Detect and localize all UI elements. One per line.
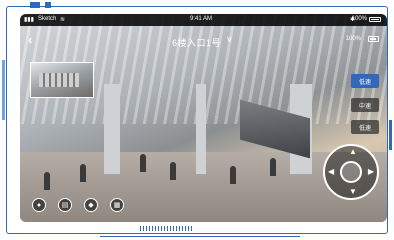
- panorama-person: [230, 166, 236, 184]
- panorama-column: [104, 84, 120, 174]
- mic-icon[interactable]: ●: [32, 198, 46, 212]
- minimap-image: [39, 73, 79, 87]
- wifi-icon: ≋: [60, 17, 66, 23]
- frame-decoration: [140, 226, 192, 231]
- panorama-view[interactable]: ▮▮▮ Sketch ≋ 9:41 AM ✱ 100% ‹ 6楼入口1号 ∨ 1…: [20, 14, 387, 222]
- panorama-person: [270, 158, 276, 176]
- chevron-down-icon[interactable]: ∨: [226, 34, 233, 45]
- frame-decoration: [2, 60, 5, 120]
- speed-mid-button[interactable]: 中速: [351, 98, 379, 112]
- speed-low-button[interactable]: 低速: [351, 74, 379, 88]
- arrow-down-icon[interactable]: ▼: [349, 188, 357, 196]
- status-bar: ▮▮▮ Sketch ≋ 9:41 AM ✱ 100%: [20, 14, 387, 26]
- arrow-up-icon[interactable]: ▲: [349, 148, 357, 156]
- direction-joystick[interactable]: ▲ ▼ ◀ ▶: [323, 144, 379, 200]
- save-icon[interactable]: ▤: [58, 198, 72, 212]
- document-icon[interactable]: ▦: [110, 198, 124, 212]
- battery-percent: 100%: [351, 16, 367, 22]
- panorama-person: [80, 164, 86, 182]
- back-button[interactable]: ‹: [28, 32, 32, 47]
- clock: 9:41 AM: [190, 16, 213, 22]
- signal-icon: ▮▮▮: [24, 17, 34, 23]
- panorama-person: [44, 172, 50, 190]
- device-battery-icon: [368, 36, 379, 42]
- panorama-person: [140, 154, 146, 172]
- frame-decoration: [389, 120, 392, 150]
- panorama-column: [196, 84, 206, 174]
- page-title[interactable]: 6楼入口1号: [172, 36, 221, 49]
- panorama-person: [170, 162, 176, 180]
- device-battery-label: 100%: [345, 36, 361, 42]
- shield-icon[interactable]: ◆: [84, 198, 98, 212]
- arrow-left-icon[interactable]: ◀: [328, 168, 334, 176]
- minimap-thumbnail[interactable]: [30, 62, 94, 98]
- speed-low-button-2[interactable]: 低速: [351, 120, 379, 134]
- arrow-right-icon[interactable]: ▶: [368, 168, 374, 176]
- battery-icon: [369, 17, 381, 22]
- carrier-label: Sketch: [38, 16, 57, 22]
- chevron-left-icon: ‹: [28, 32, 33, 47]
- frame-decoration: [100, 236, 300, 237]
- joystick-knob[interactable]: [340, 161, 362, 183]
